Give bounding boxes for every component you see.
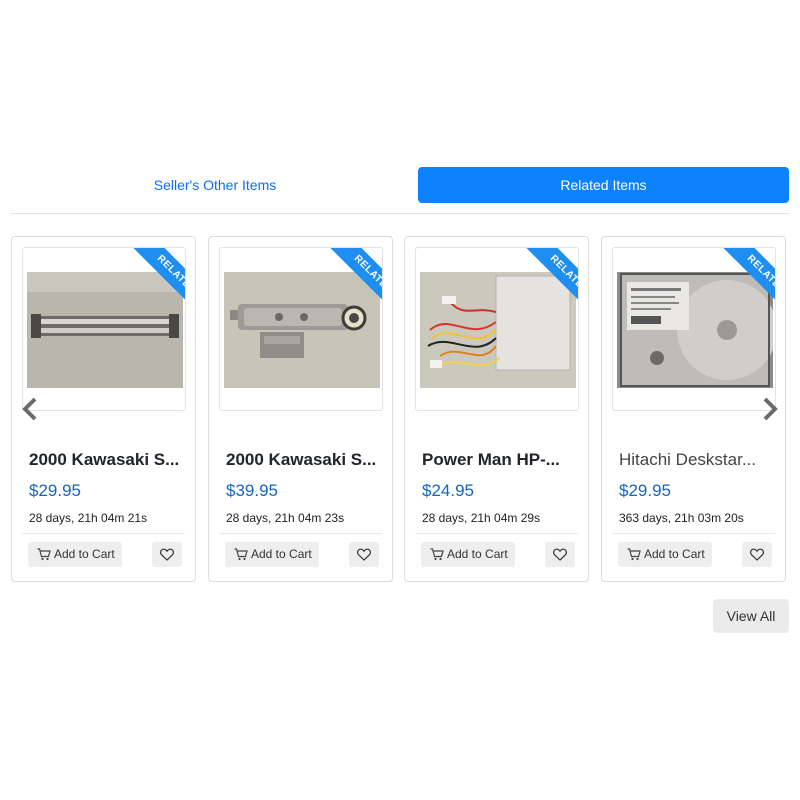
add-to-cart-button[interactable]: Add to Cart (421, 542, 515, 567)
tab-sellers-other-items[interactable]: Seller's Other Items (11, 167, 419, 203)
card-divider (612, 533, 775, 534)
add-to-cart-button[interactable]: Add to Cart (225, 542, 319, 567)
product-price: $29.95 (29, 481, 81, 500)
product-title[interactable]: Hitachi Deskstar... (619, 450, 779, 470)
card-divider (415, 533, 578, 534)
product-title[interactable]: 2000 Kawasaki S... (226, 450, 386, 470)
time-left: 28 days, 21h 04m 21s (29, 511, 148, 525)
time-left: 363 days, 21h 03m 20s (619, 511, 744, 525)
product-title[interactable]: Power Man HP-... (422, 450, 582, 470)
product-image-frame[interactable]: RELATED (219, 247, 383, 411)
product-card[interactable]: RELATED Hitachi Deskstar... $29.95 363 d… (601, 236, 786, 582)
add-to-cart-label: Add to Cart (644, 547, 705, 561)
product-price: $39.95 (226, 481, 278, 500)
time-left: 28 days, 21h 04m 23s (226, 511, 345, 525)
wishlist-button[interactable] (545, 542, 575, 567)
heart-icon (160, 548, 174, 561)
product-price: $24.95 (422, 481, 474, 500)
time-left: 28 days, 21h 04m 29s (422, 511, 541, 525)
cart-icon (430, 548, 444, 561)
add-to-cart-button[interactable]: Add to Cart (618, 542, 712, 567)
product-image-frame[interactable]: RELATED (415, 247, 579, 411)
related-ribbon: RELATED (699, 248, 775, 324)
wishlist-button[interactable] (349, 542, 379, 567)
chevron-left-icon (22, 397, 37, 421)
view-all-button[interactable]: View All (713, 599, 789, 633)
tab-related-items[interactable]: Related Items (418, 167, 789, 203)
add-to-cart-label: Add to Cart (447, 547, 508, 561)
heart-icon (750, 548, 764, 561)
heart-icon (357, 548, 371, 561)
add-to-cart-button[interactable]: Add to Cart (28, 542, 122, 567)
product-title[interactable]: 2000 Kawasaki S... (29, 450, 189, 470)
product-card[interactable]: RELATED Power Man HP-... $24.95 28 days,… (404, 236, 589, 582)
chevron-right-icon (763, 397, 778, 421)
cart-icon (627, 548, 641, 561)
product-price: $29.95 (619, 481, 671, 500)
wishlist-button[interactable] (152, 542, 182, 567)
related-ribbon: RELATED (502, 248, 578, 324)
heart-icon (553, 548, 567, 561)
product-image-frame[interactable]: RELATED (22, 247, 186, 411)
card-divider (219, 533, 382, 534)
product-card[interactable]: RELATED 2000 Kawasaki S... $39.95 28 day… (208, 236, 393, 582)
card-divider (22, 533, 185, 534)
add-to-cart-label: Add to Cart (54, 547, 115, 561)
cart-icon (234, 548, 248, 561)
related-ribbon: RELATED (109, 248, 185, 324)
carousel-next-button[interactable] (760, 396, 780, 422)
cart-icon (37, 548, 51, 561)
carousel-prev-button[interactable] (20, 396, 40, 422)
related-ribbon: RELATED (306, 248, 382, 324)
product-image-frame[interactable]: RELATED (612, 247, 776, 411)
wishlist-button[interactable] (742, 542, 772, 567)
item-tabs: Seller's Other Items Related Items (11, 167, 789, 214)
add-to-cart-label: Add to Cart (251, 547, 312, 561)
